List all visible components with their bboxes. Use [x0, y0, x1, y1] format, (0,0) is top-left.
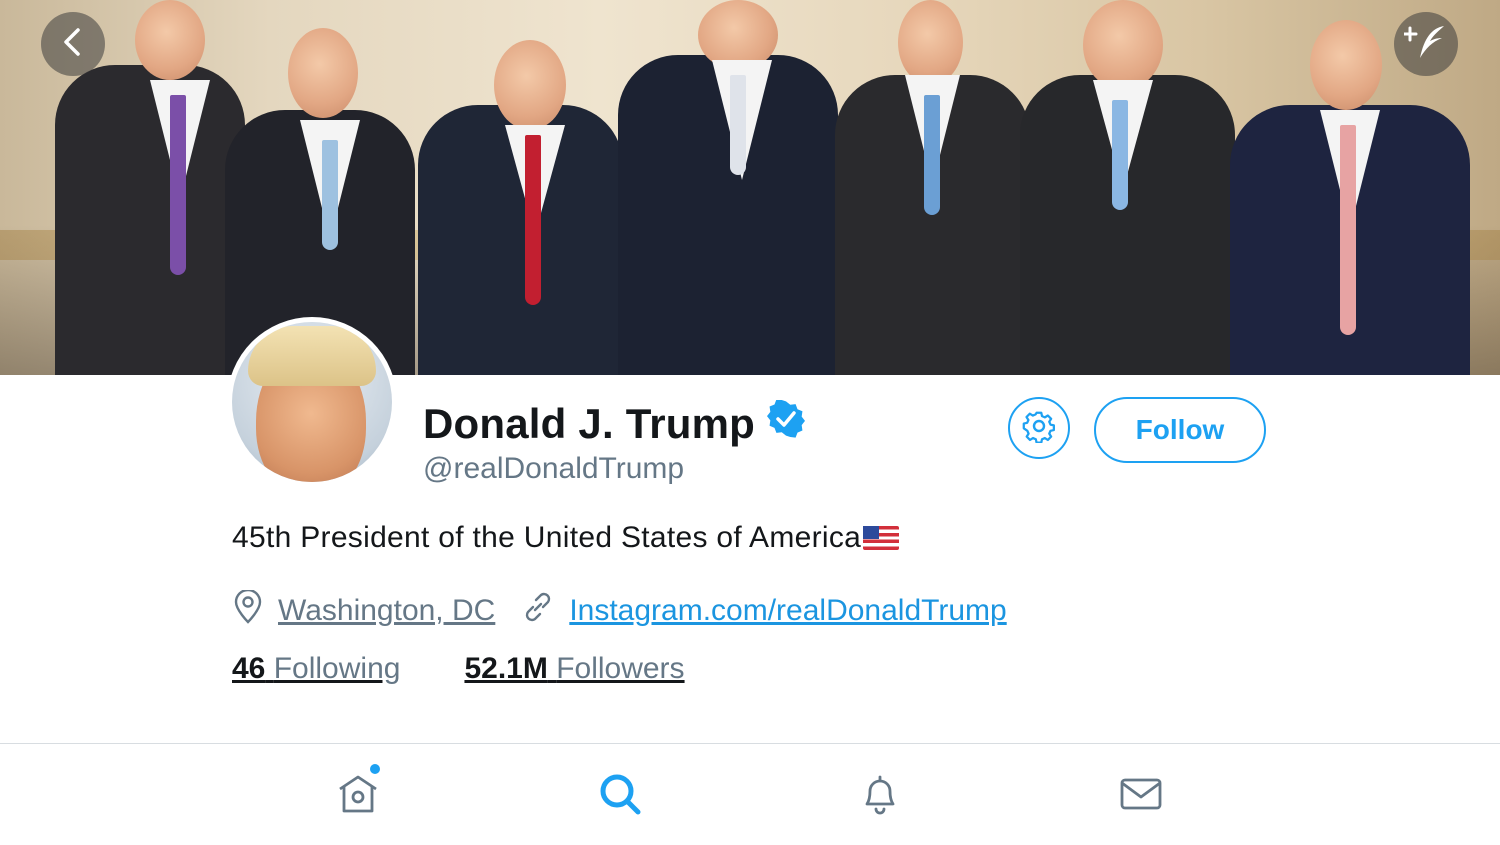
us-flag-icon [863, 526, 900, 550]
following-label: Following [273, 652, 401, 685]
profile-header-image [0, 0, 1500, 375]
bottom-tab-bar [0, 743, 1500, 845]
tab-search[interactable] [596, 772, 644, 820]
following-count: 46 [232, 652, 266, 685]
followers-count: 52.1M [464, 652, 548, 685]
following-count-link[interactable]: 46 Following [232, 652, 400, 686]
link-icon [521, 590, 555, 632]
search-icon [597, 771, 643, 822]
profile-stats: 46 Following 52.1M Followers [232, 652, 685, 686]
banner-head [898, 0, 963, 85]
home-notification-dot [370, 764, 380, 774]
banner-head [494, 40, 566, 130]
banner-tie [730, 75, 746, 175]
bell-icon [857, 771, 903, 822]
tab-messages[interactable] [1117, 772, 1165, 820]
mail-icon [1118, 771, 1164, 822]
location-pin-icon [232, 588, 264, 632]
profile-name-text: Donald J. Trump [423, 400, 756, 447]
banner-tie [924, 95, 940, 215]
profile-name: Donald J. Trump [423, 399, 806, 448]
banner-head [698, 0, 778, 70]
follow-button[interactable]: Follow [1094, 397, 1266, 463]
banner-tie [1112, 100, 1128, 210]
banner-head [288, 28, 358, 118]
compose-feather-icon [1402, 22, 1448, 67]
tab-home[interactable] [334, 772, 382, 820]
banner-head [1310, 20, 1382, 110]
avatar[interactable] [227, 317, 397, 487]
verified-badge-icon [767, 399, 806, 448]
banner-head [135, 0, 205, 80]
profile-meta: Washington, DC Instagram.com/realDonaldT… [232, 588, 1007, 632]
profile-settings-button[interactable] [1008, 397, 1070, 459]
profile-handle: @realDonaldTrump [423, 452, 685, 485]
profile-bio: 45th President of the United States of A… [232, 521, 900, 555]
banner-head [1083, 0, 1163, 90]
profile-location-link[interactable]: Washington, DC [278, 594, 495, 628]
avatar-photo [232, 322, 392, 482]
chevron-left-icon [60, 27, 86, 62]
gear-icon [1022, 409, 1056, 448]
followers-count-link[interactable]: 52.1M Followers [464, 652, 684, 686]
profile-bio-text: 45th President of the United States of A… [232, 521, 862, 554]
banner-person [55, 65, 245, 375]
banner-tie [1340, 125, 1356, 335]
banner-tie [525, 135, 541, 305]
banner-tie [170, 95, 186, 275]
home-icon [335, 771, 381, 822]
avatar-hair [248, 326, 376, 386]
profile-website-link[interactable]: Instagram.com/realDonaldTrump [569, 594, 1006, 628]
tab-notifications[interactable] [856, 772, 904, 820]
compose-button[interactable] [1394, 12, 1458, 76]
back-button[interactable] [41, 12, 105, 76]
banner-tie [322, 140, 338, 250]
followers-label: Followers [556, 652, 685, 685]
